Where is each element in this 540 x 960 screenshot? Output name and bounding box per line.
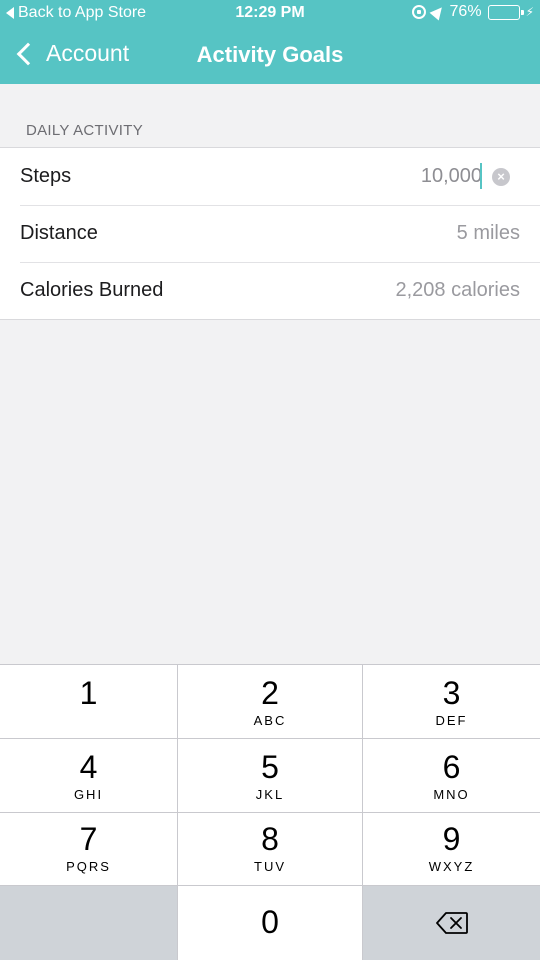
key-letters: JKL — [255, 787, 285, 802]
key-letters: PQRS — [66, 859, 111, 874]
calories-label: Calories Burned — [20, 279, 164, 301]
key-digit: 5 — [261, 749, 279, 785]
app-screen: Back to App Store 12:29 PM 76% ⚡ Account… — [0, 0, 540, 960]
delete-key[interactable] — [363, 886, 540, 960]
key-6[interactable]: 6 MNO — [363, 739, 540, 812]
key-0[interactable]: 0 — [178, 886, 362, 960]
key-4[interactable]: 4 GHI — [0, 739, 177, 812]
text-cursor — [480, 163, 482, 189]
key-digit: 8 — [261, 821, 279, 857]
top-bar: Back to App Store 12:29 PM 76% ⚡ Account… — [0, 0, 540, 84]
key-digit: 4 — [79, 749, 98, 785]
key-letters: WXYZ — [428, 859, 475, 874]
location-arrow-icon — [429, 3, 446, 21]
status-bar: Back to App Store 12:29 PM 76% ⚡ — [0, 0, 540, 28]
numeric-keypad: 1 2 ABC 3 DEF 4 GHI 5 JKL 6 MNO 7 PQRS 8 TUV 9 W… — [0, 664, 540, 960]
distance-value: 5 miles — [456, 222, 520, 244]
clear-text-button[interactable]: × — [492, 167, 510, 186]
calories-row[interactable]: Calories Burned 2,208 calories — [0, 262, 540, 319]
charging-bolt-icon: ⚡ — [525, 5, 534, 19]
battery-percent: 76% — [449, 3, 482, 20]
key-digit: 6 — [442, 749, 461, 785]
key-3[interactable]: 3 DEF — [363, 665, 540, 738]
steps-input[interactable]: 10,000 — [421, 165, 482, 188]
calories-value: 2,208 calories — [395, 279, 520, 301]
battery-icon — [487, 4, 524, 20]
key-letters: TUV — [254, 859, 286, 874]
key-2[interactable]: 2 ABC — [178, 665, 362, 738]
key-letters: MNO — [433, 787, 470, 802]
key-9[interactable]: 9 WXYZ — [363, 813, 540, 885]
key-digit: 7 — [79, 821, 98, 857]
key-letters: GHI — [73, 787, 104, 802]
steps-row[interactable]: Steps 10,000 × — [0, 148, 540, 205]
key-letters: ABC — [253, 713, 287, 728]
key-digit: 1 — [79, 675, 98, 711]
key-8[interactable]: 8 TUV — [178, 813, 362, 885]
key-digit: 3 — [442, 675, 461, 711]
orientation-lock-icon — [411, 5, 426, 19]
key-blank — [0, 886, 177, 960]
key-digit: 2 — [261, 675, 279, 711]
section-header: DAILY ACTIVITY — [26, 122, 144, 139]
key-7[interactable]: 7 PQRS — [0, 813, 177, 885]
page-title: Activity Goals — [196, 42, 344, 67]
backspace-icon — [435, 912, 468, 934]
goals-list: Steps 10,000 × Distance 5 miles Calories… — [0, 147, 540, 320]
key-5[interactable]: 5 JKL — [178, 739, 362, 812]
key-digit: 0 — [261, 904, 279, 940]
distance-label: Distance — [20, 222, 98, 244]
navigation-bar: Account Activity Goals — [0, 28, 540, 84]
key-letters: DEF — [435, 713, 468, 728]
key-1[interactable]: 1 — [0, 665, 177, 738]
key-digit: 9 — [442, 821, 461, 857]
distance-row[interactable]: Distance 5 miles — [0, 205, 540, 262]
status-indicators: 76% ⚡ — [411, 3, 534, 21]
steps-label: Steps — [20, 165, 72, 187]
